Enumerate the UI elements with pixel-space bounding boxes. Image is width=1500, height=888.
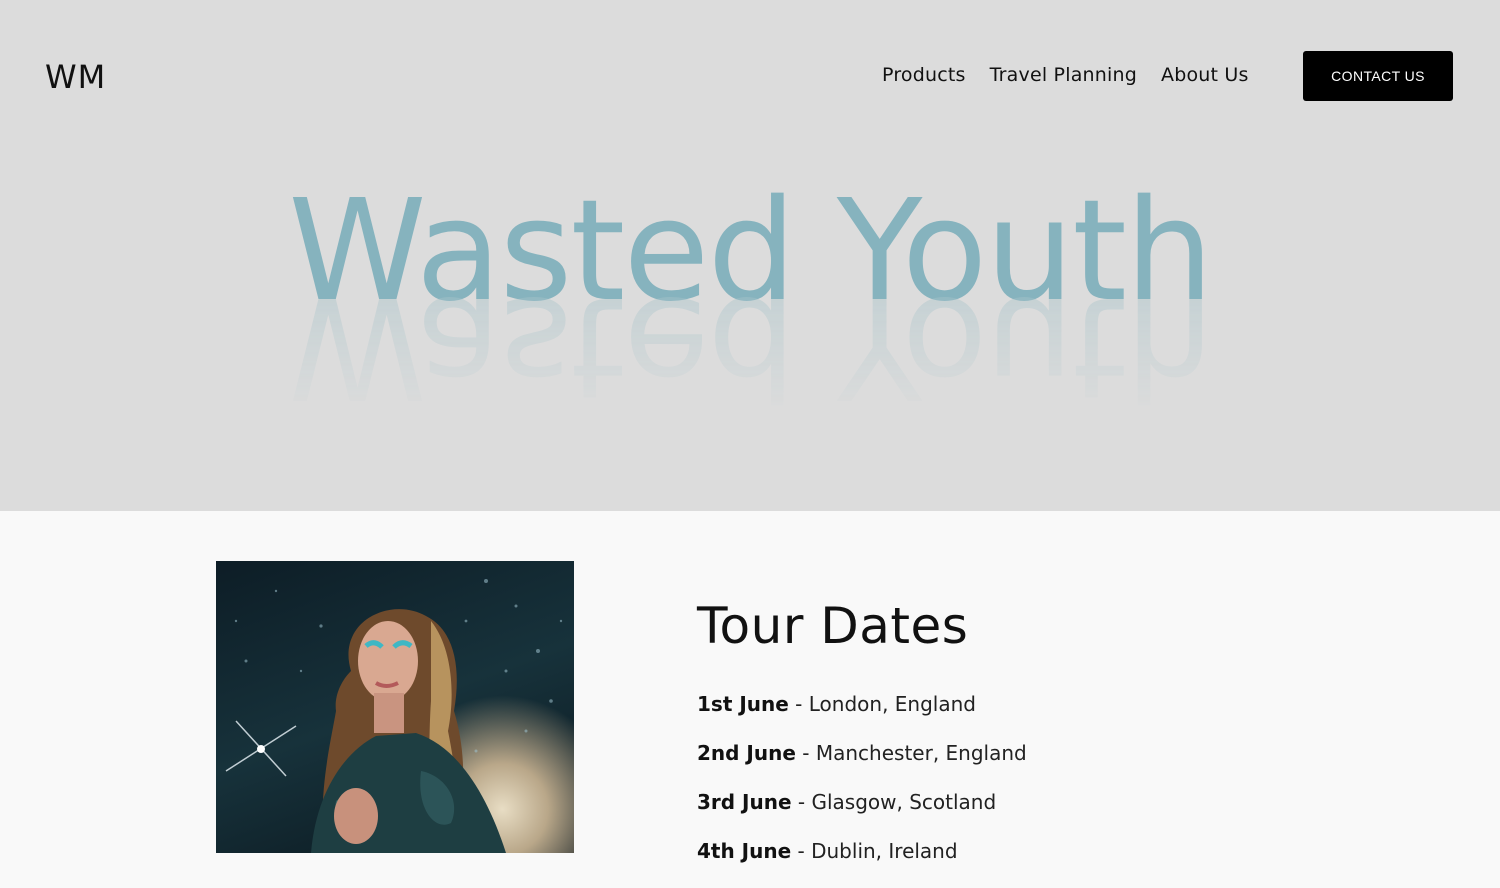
tour-place: London, England: [808, 692, 976, 716]
headline-block: Wasted Youth Wasted Youth: [0, 182, 1500, 422]
tour-date: 2nd June: [697, 741, 796, 765]
artist-photo-illustration: [225, 579, 563, 853]
site-logo[interactable]: WM: [45, 58, 106, 96]
tour-date-item: 4th June - Dublin, Ireland: [697, 839, 958, 863]
tour-dates-title: Tour Dates: [697, 597, 969, 655]
contact-us-button[interactable]: CONTACT US: [1303, 51, 1453, 101]
tour-date-item: 2nd June - Manchester, England: [697, 741, 1027, 765]
nav-link-products[interactable]: Products: [882, 64, 966, 86]
tour-date: 4th June: [697, 839, 792, 863]
tour-place: Glasgow, Scotland: [811, 790, 997, 814]
tour-dates-list: 1st June - London, England 2nd June - Ma…: [697, 692, 1027, 888]
tour-place: Dublin, Ireland: [811, 839, 958, 863]
tour-date-item: 1st June - London, England: [697, 692, 976, 716]
tour-date-item: 3rd June - Glasgow, Scotland: [697, 790, 997, 814]
artist-photo: [216, 561, 574, 853]
nav-link-travel-planning[interactable]: Travel Planning: [990, 64, 1137, 86]
hero-headline-reflection: Wasted Youth: [288, 276, 1212, 416]
tour-place: Manchester, England: [815, 741, 1027, 765]
main-nav: Products Travel Planning About Us: [882, 64, 1249, 86]
tour-date: 1st June: [697, 692, 789, 716]
tour-date: 3rd June: [697, 790, 792, 814]
hero-section: WM Products Travel Planning About Us CON…: [0, 0, 1500, 511]
nav-link-about-us[interactable]: About Us: [1161, 64, 1249, 86]
